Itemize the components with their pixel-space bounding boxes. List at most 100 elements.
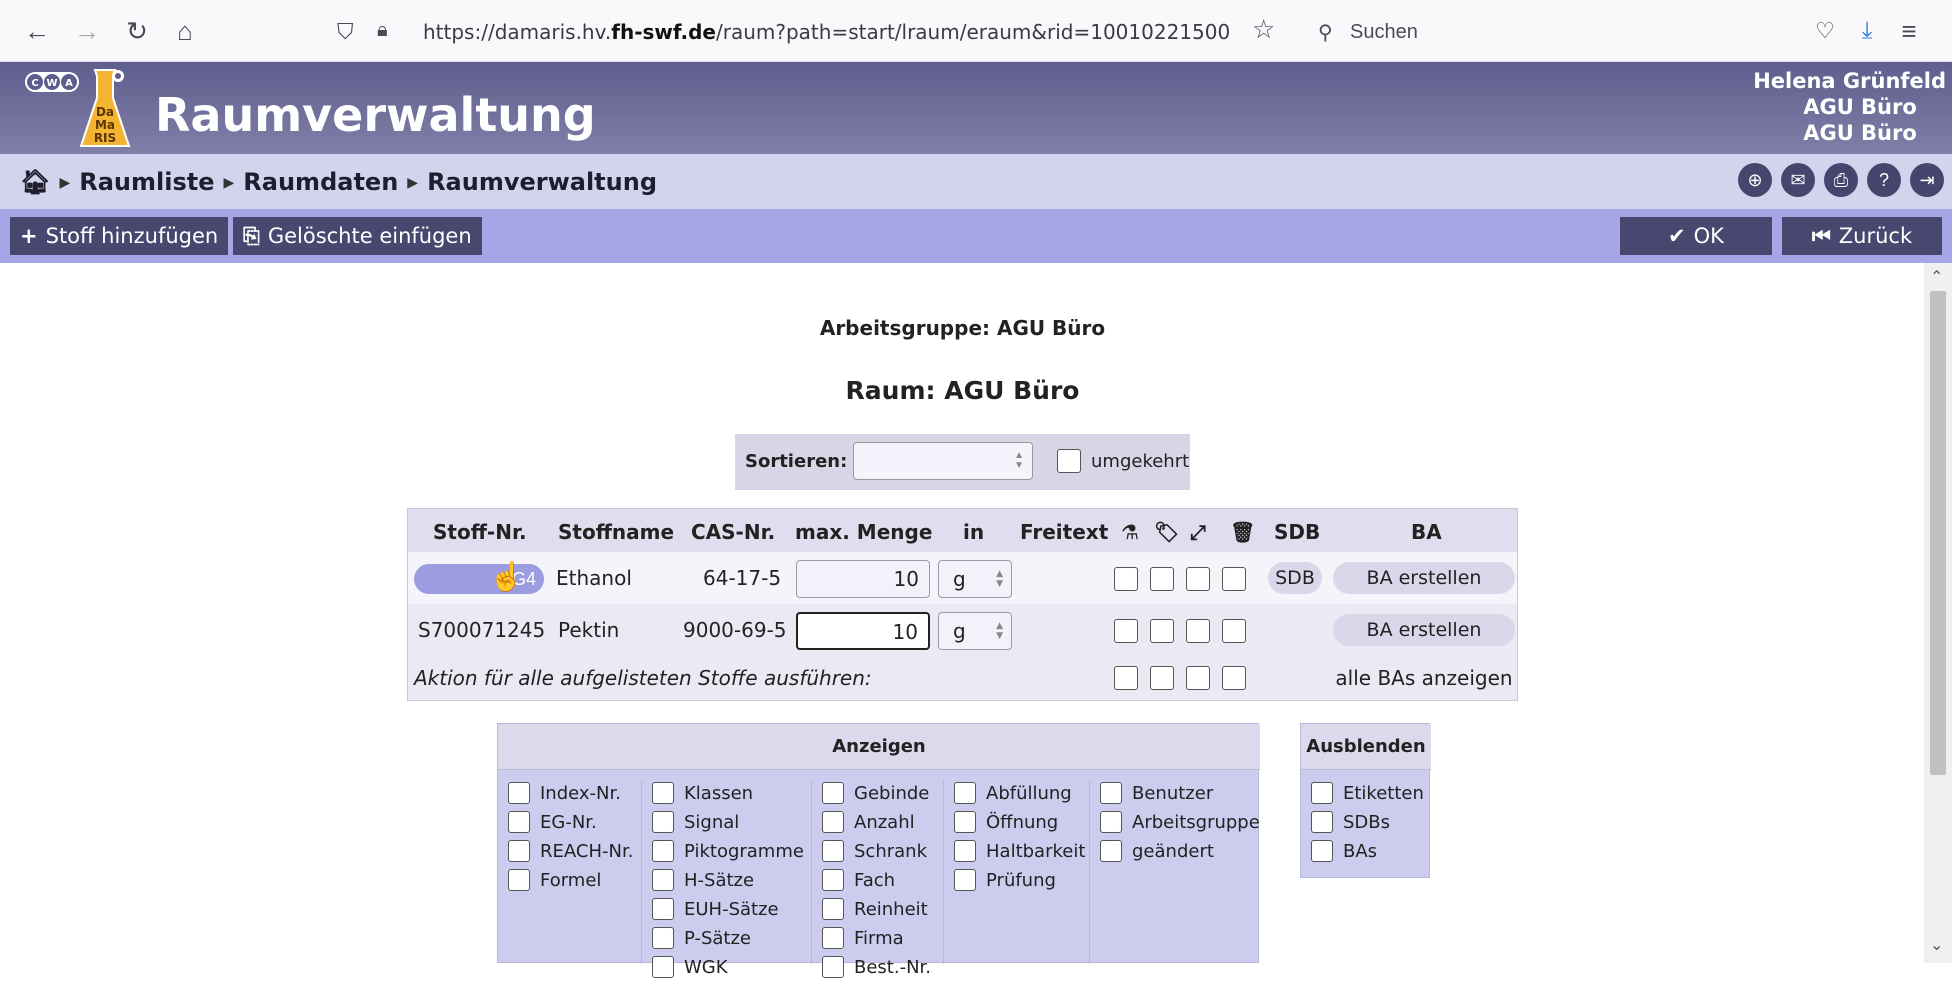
delete-checkbox[interactable] xyxy=(1222,567,1246,591)
option-checkbox[interactable] xyxy=(1100,840,1122,862)
option-checkbox[interactable] xyxy=(822,840,844,862)
option-checkbox[interactable] xyxy=(954,811,976,833)
home-icon[interactable]: ⌂ xyxy=(168,14,202,48)
ok-button[interactable]: ✔ OK xyxy=(1620,217,1772,255)
option-abfuellung[interactable]: Abfüllung xyxy=(944,780,1089,809)
back-arrow-icon[interactable]: ← xyxy=(20,14,54,48)
breadcrumb-raumdaten[interactable]: Raumdaten xyxy=(243,168,398,196)
forward-arrow-icon[interactable]: → xyxy=(70,14,104,48)
url-text[interactable]: https://damaris.hv.fh-swf.de/raum?path=s… xyxy=(423,20,1230,44)
dispose-checkbox[interactable] xyxy=(1114,567,1138,591)
option-signal[interactable]: Signal xyxy=(642,809,811,838)
option-checkbox[interactable] xyxy=(508,811,530,833)
option-wgk[interactable]: WGK xyxy=(642,954,811,983)
option-euh-saetze[interactable]: EUH-Sätze xyxy=(642,896,811,925)
show-all-bas-button[interactable]: alle BAs anzeigen xyxy=(1333,662,1515,694)
option-checkbox[interactable] xyxy=(508,840,530,862)
option-best-nr[interactable]: Best.-Nr. xyxy=(812,954,943,983)
option-bas[interactable]: BAs xyxy=(1301,838,1431,867)
logout-icon[interactable]: ⇥ xyxy=(1910,163,1944,197)
bookmark-star-icon[interactable]: ☆ xyxy=(1252,14,1275,45)
move-checkbox[interactable] xyxy=(1186,619,1210,643)
shield-icon[interactable]: ⛉ xyxy=(337,19,354,45)
option-pruefung[interactable]: Prüfung xyxy=(944,867,1089,896)
option-checkbox[interactable] xyxy=(652,869,674,891)
delete-checkbox[interactable] xyxy=(1222,619,1246,643)
ba-create-button[interactable]: BA erstellen xyxy=(1333,614,1515,646)
stoff-nr-cell[interactable]: S700071245 xyxy=(418,618,545,642)
delete-all-checkbox[interactable] xyxy=(1222,666,1246,690)
option-checkbox[interactable] xyxy=(1311,840,1333,862)
option-checkbox[interactable] xyxy=(652,927,674,949)
option-checkbox[interactable] xyxy=(954,782,976,804)
option-formel[interactable]: Formel xyxy=(498,867,641,896)
option-checkbox[interactable] xyxy=(822,869,844,891)
mail-icon[interactable]: ✉ xyxy=(1781,163,1815,197)
option-checkbox[interactable] xyxy=(822,927,844,949)
option-checkbox[interactable] xyxy=(822,956,844,978)
menu-icon[interactable]: ≡ xyxy=(1892,14,1926,48)
option-fach[interactable]: Fach xyxy=(812,867,943,896)
unit-select[interactable]: g ▲ ▼ xyxy=(938,612,1012,650)
option-schrank[interactable]: Schrank xyxy=(812,838,943,867)
breadcrumb-raumliste[interactable]: Raumliste xyxy=(79,168,214,196)
option-sdbs[interactable]: SDBs xyxy=(1301,809,1431,838)
option-klassen[interactable]: Klassen xyxy=(642,780,811,809)
option-checkbox[interactable] xyxy=(1311,811,1333,833)
lock-icon[interactable]: 🔒︎ xyxy=(377,19,388,42)
print-icon[interactable]: ⎙ xyxy=(1824,163,1858,197)
option-checkbox[interactable] xyxy=(652,840,674,862)
option-checkbox[interactable] xyxy=(508,869,530,891)
option-checkbox[interactable] xyxy=(652,956,674,978)
option-checkbox[interactable] xyxy=(652,811,674,833)
stoff-nr-link[interactable]: KG4 xyxy=(414,564,544,594)
url-bar[interactable]: ⛉ 🔒︎ https://damaris.hv.fh-swf.de/raum?p… xyxy=(325,8,1270,54)
option-haltbarkeit[interactable]: Haltbarkeit xyxy=(944,838,1089,867)
option-arbeitsgruppe[interactable]: Arbeitsgruppe xyxy=(1090,809,1260,838)
option-oeffnung[interactable]: Öffnung xyxy=(944,809,1089,838)
unit-select[interactable]: g ▲ ▼ xyxy=(938,560,1012,598)
ba-create-button[interactable]: BA erstellen xyxy=(1333,562,1515,594)
max-menge-input[interactable]: 10 xyxy=(796,612,930,650)
download-icon[interactable]: ⤓ xyxy=(1850,14,1884,48)
option-reinheit[interactable]: Reinheit xyxy=(812,896,943,925)
option-checkbox[interactable] xyxy=(508,782,530,804)
help-icon[interactable]: ? xyxy=(1867,163,1901,197)
option-reach-nr[interactable]: REACH-Nr. xyxy=(498,838,641,867)
sdb-button[interactable]: SDB xyxy=(1268,562,1322,594)
option-checkbox[interactable] xyxy=(954,840,976,862)
option-checkbox[interactable] xyxy=(822,811,844,833)
add-substance-button[interactable]: + Stoff hinzufügen xyxy=(10,217,229,255)
option-p-saetze[interactable]: P-Sätze xyxy=(642,925,811,954)
option-firma[interactable]: Firma xyxy=(812,925,943,954)
reverse-checkbox[interactable] xyxy=(1057,449,1081,473)
option-checkbox[interactable] xyxy=(652,782,674,804)
dispose-all-checkbox[interactable] xyxy=(1114,666,1138,690)
option-checkbox[interactable] xyxy=(1311,782,1333,804)
move-all-checkbox[interactable] xyxy=(1186,666,1210,690)
option-checkbox[interactable] xyxy=(1100,811,1122,833)
max-menge-input[interactable]: 10 xyxy=(796,560,930,598)
option-gebinde[interactable]: Gebinde xyxy=(812,780,943,809)
option-checkbox[interactable] xyxy=(822,782,844,804)
option-checkbox[interactable] xyxy=(954,869,976,891)
option-h-saetze[interactable]: H-Sätze xyxy=(642,867,811,896)
option-piktogramme[interactable]: Piktogramme xyxy=(642,838,811,867)
scroll-thumb[interactable] xyxy=(1930,291,1946,775)
dispose-checkbox[interactable] xyxy=(1114,619,1138,643)
option-anzahl[interactable]: Anzahl xyxy=(812,809,943,838)
option-checkbox[interactable] xyxy=(652,898,674,920)
option-geaendert[interactable]: geändert xyxy=(1090,838,1260,867)
option-checkbox[interactable] xyxy=(1100,782,1122,804)
option-index-nr[interactable]: Index-Nr. xyxy=(498,780,641,809)
reload-icon[interactable]: ↻ xyxy=(120,14,154,48)
insert-deleted-button[interactable]: ⎘ Gelöschte einfügen xyxy=(233,217,482,255)
move-checkbox[interactable] xyxy=(1186,567,1210,591)
label-checkbox[interactable] xyxy=(1150,567,1174,591)
label-checkbox[interactable] xyxy=(1150,619,1174,643)
option-eg-nr[interactable]: EG-Nr. xyxy=(498,809,641,838)
sort-select[interactable]: ▲ ▼ xyxy=(853,442,1033,480)
scroll-down-icon[interactable]: ⌄ xyxy=(1930,935,1943,955)
back-button[interactable]: ⏮ Zurück xyxy=(1782,217,1942,255)
page-scrollbar[interactable]: ⌃ ⌄ xyxy=(1924,263,1952,963)
